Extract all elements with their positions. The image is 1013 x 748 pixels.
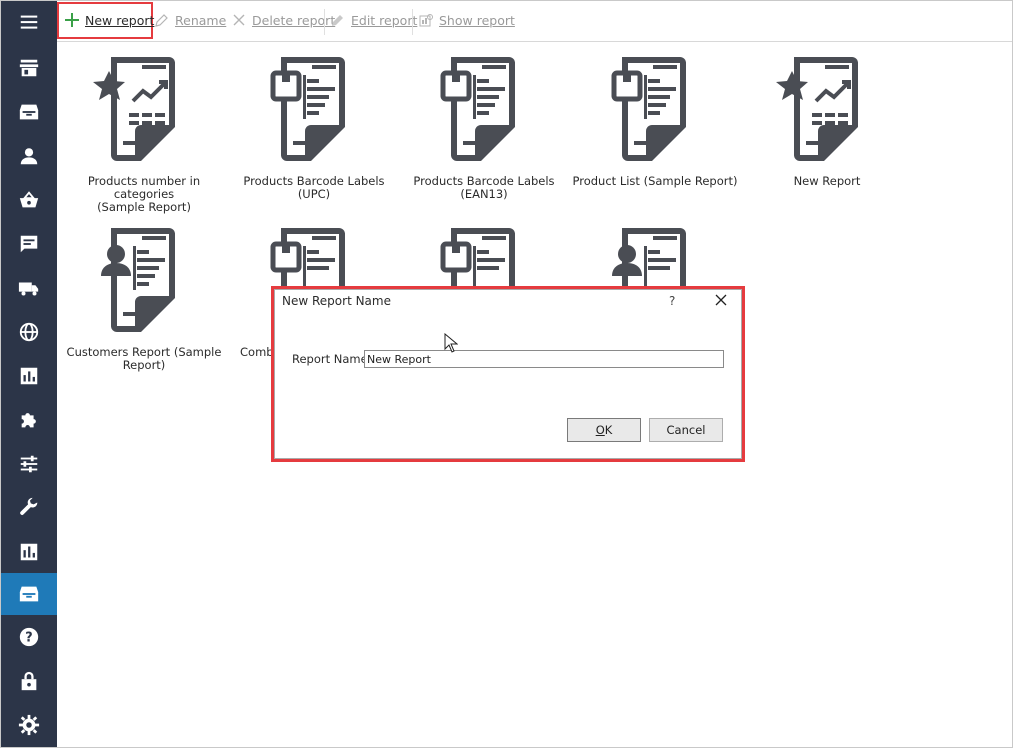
report-item[interactable]: Customers Report (Sample Report) [60,224,228,372]
report-name-label: Report Name [292,352,368,366]
sidebar: ? [1,1,57,747]
box-report-icon [440,57,515,161]
report-item[interactable]: Product List (Sample Report) [571,53,739,188]
bar-chart-icon[interactable] [1,356,57,396]
show-report-icon [419,14,433,27]
svg-text:?: ? [25,631,32,646]
new-report-button[interactable]: New report [65,1,154,39]
pencil-icon [155,14,168,27]
report-label: Products number in categories (Sample Rep… [87,174,201,214]
help-button[interactable]: ? [669,294,675,308]
store-icon[interactable] [1,48,57,88]
rename-button[interactable]: Rename [155,1,226,39]
app-window: ? New report Rename Delete report Edit r… [0,0,1013,748]
close-icon [233,14,245,26]
sliders-icon[interactable] [1,444,57,484]
ok-button[interactable]: OK [567,418,641,442]
puzzle-icon[interactable] [1,400,57,440]
report-item[interactable]: Products Barcode Labels (UPC) [230,53,398,201]
report-item[interactable]: New Report [743,53,911,188]
help-icon[interactable]: ? [1,617,57,657]
dialog-title: New Report Name [282,294,391,308]
report-item[interactable]: Products Barcode Labels (EAN13) [400,53,568,201]
reports-icon[interactable] [1,532,57,572]
globe-icon[interactable] [1,312,57,352]
menu-icon[interactable] [1,1,57,43]
wrench-icon[interactable] [1,488,57,528]
delete-report-button[interactable]: Delete report [232,1,335,39]
new-report-name-dialog: New Report Name ? Report Name OK Cancel [274,289,742,459]
report-name-input[interactable] [364,350,724,368]
edit-icon [332,15,343,26]
box-report-icon [611,57,686,161]
star-chart-report-icon [776,57,858,161]
report-label: New Report [793,174,861,188]
plus-icon [65,13,79,27]
mouse-cursor-icon [444,333,458,353]
report-label: Customers Report (Sample Report) [66,345,222,372]
close-icon[interactable] [713,292,729,308]
report-label: Products Barcode Labels (UPC) [243,174,385,201]
user-icon[interactable] [1,136,57,176]
truck-icon[interactable] [1,268,57,308]
report-item[interactable]: Products number in categories (Sample Rep… [60,53,228,214]
box-report-icon [270,57,345,161]
gear-icon[interactable] [1,705,57,745]
inbox-icon[interactable] [1,92,57,132]
toolbar: New report Rename Delete report Edit rep… [57,1,1012,42]
edit-report-button[interactable]: Edit report [331,1,417,39]
basket-icon[interactable] [1,180,57,220]
show-report-button[interactable]: Show report [419,1,515,39]
message-icon[interactable] [1,224,57,264]
report-label: Product List (Sample Report) [572,174,738,188]
star-chart-report-icon [93,57,175,161]
lock-icon[interactable] [1,661,57,701]
report-label: Products Barcode Labels (EAN13) [413,174,555,201]
person-report-icon [101,228,175,332]
archive-icon[interactable] [1,573,57,615]
cancel-button[interactable]: Cancel [649,418,723,442]
